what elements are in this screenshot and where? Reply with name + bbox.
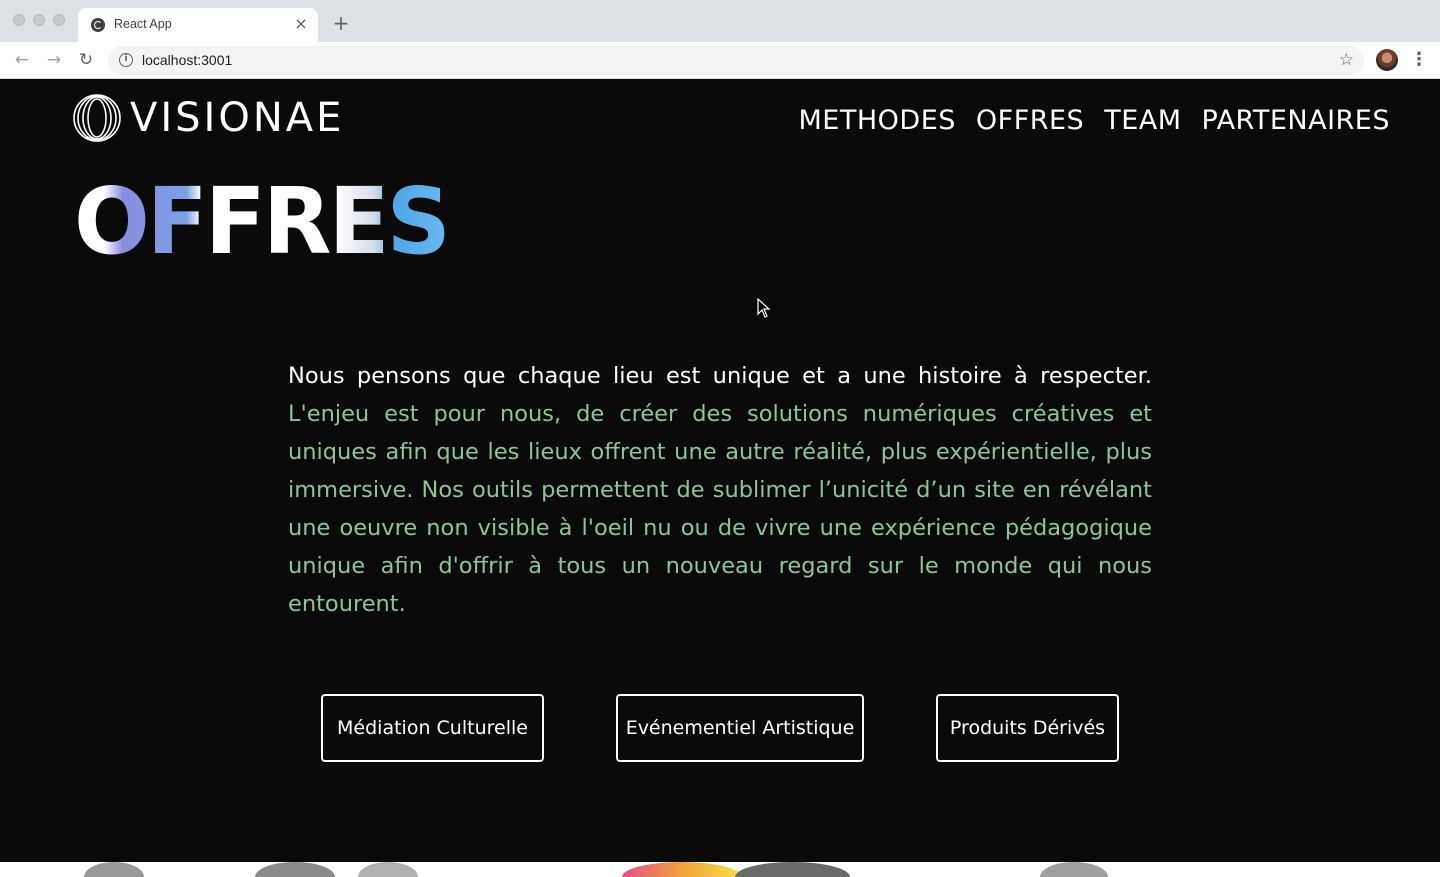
- globe-icon: [91, 18, 105, 32]
- forward-arrow-icon[interactable]: →: [42, 49, 66, 71]
- preview-shape: [358, 862, 418, 877]
- new-tab-button[interactable]: +: [330, 12, 352, 34]
- site-logo[interactable]: VISIONAE: [72, 93, 344, 143]
- browser-toolbar: ← → ↻ i localhost:3001 ☆ ⋮: [0, 42, 1440, 79]
- address-bar[interactable]: i localhost:3001 ☆: [108, 46, 1364, 75]
- browser-chrome: React App × + ← → ↻ i localhost:3001 ☆ ⋮: [0, 0, 1440, 79]
- preview-shape: [255, 862, 335, 877]
- offer-mediation-culturelle-button[interactable]: Médiation Culturelle: [321, 694, 544, 762]
- offer-buttons: Médiation Culturelle Evénementiel Artist…: [0, 694, 1440, 762]
- nav-team[interactable]: TEAM: [1104, 101, 1181, 141]
- window-minimize-dot[interactable]: [33, 14, 45, 26]
- preview-shape: [1040, 862, 1108, 877]
- offers-intro: Nous pensons que chaque lieu est unique …: [288, 357, 1152, 623]
- mouse-cursor-icon: [757, 298, 771, 318]
- tab-title: React App: [114, 17, 172, 31]
- visionae-logo-icon: [73, 94, 121, 142]
- page: VISIONAE METHODES OFFRES TEAM PARTENAIRE…: [0, 79, 1440, 877]
- reload-icon[interactable]: ↻: [74, 49, 98, 71]
- preview-shape: [84, 862, 144, 877]
- nav-partenaires[interactable]: PARTENAIRES: [1202, 101, 1390, 141]
- close-tab-icon[interactable]: ×: [292, 15, 310, 33]
- page-title: OFFRES: [74, 171, 451, 261]
- next-section-preview: [0, 862, 1440, 877]
- main-nav: METHODES OFFRES TEAM PARTENAIRES: [799, 101, 1390, 141]
- logo-text: VISIONAE: [130, 95, 345, 141]
- preview-shape: [735, 862, 850, 877]
- browser-tab[interactable]: React App ×: [78, 8, 318, 42]
- window-zoom-dot[interactable]: [53, 14, 65, 26]
- site-info-icon[interactable]: i: [119, 53, 133, 67]
- nav-methodes[interactable]: METHODES: [799, 101, 956, 141]
- intro-body: L'enjeu est pour nous, de créer des solu…: [288, 401, 1152, 617]
- profile-avatar[interactable]: [1376, 49, 1398, 71]
- tab-strip: React App × +: [0, 0, 1440, 42]
- preview-shape: [622, 862, 742, 877]
- intro-lead: Nous pensons que chaque lieu est unique …: [288, 363, 1152, 389]
- page-title-text: OFFRES: [74, 171, 448, 261]
- url-text[interactable]: localhost:3001: [142, 52, 232, 68]
- offer-produits-derives-button[interactable]: Produits Dérivés: [936, 694, 1119, 762]
- bookmark-star-icon[interactable]: ☆: [1339, 50, 1354, 70]
- browser-menu-icon[interactable]: ⋮: [1410, 48, 1428, 72]
- offer-evenementiel-artistique-button[interactable]: Evénementiel Artistique: [616, 694, 864, 762]
- nav-offres[interactable]: OFFRES: [976, 101, 1084, 141]
- back-arrow-icon[interactable]: ←: [10, 49, 34, 71]
- window-close-dot[interactable]: [13, 14, 25, 26]
